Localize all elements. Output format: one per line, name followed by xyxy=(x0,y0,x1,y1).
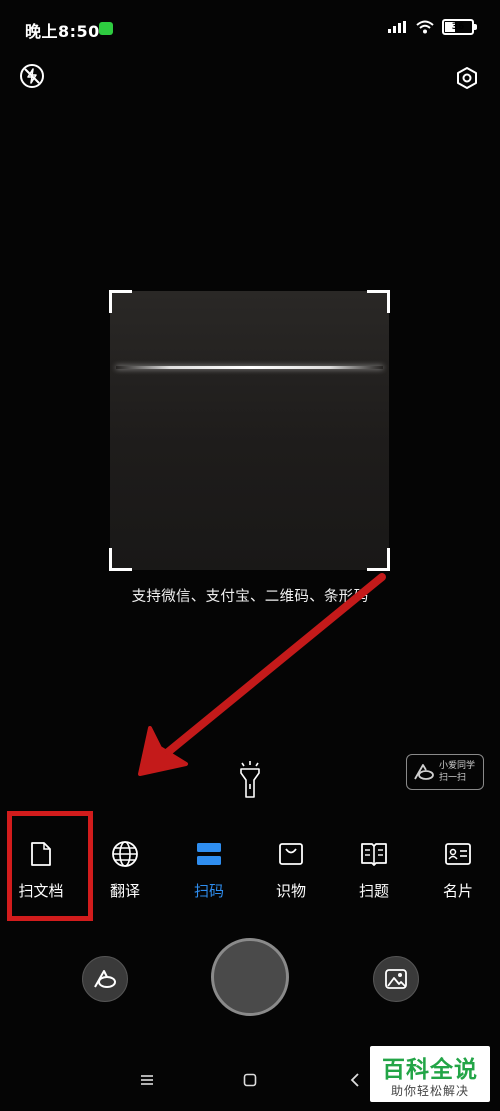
signal-icon xyxy=(388,21,406,33)
tab-identify-object[interactable]: 识物 xyxy=(256,838,326,902)
viewfinder-corner-top-right xyxy=(367,290,390,313)
support-hint-text: 支持微信、支付宝、二维码、条形码 xyxy=(131,589,369,605)
gallery-button[interactable] xyxy=(373,956,419,1002)
flash-off-button[interactable] xyxy=(18,62,46,90)
shopping-bag-icon xyxy=(275,838,307,870)
nav-menu-button[interactable] xyxy=(135,1070,159,1090)
xiaoai-assistant-button[interactable]: 小爱同学 扫一扫 xyxy=(406,754,484,790)
battery-icon: 36 xyxy=(442,19,477,35)
settings-button[interactable] xyxy=(453,64,481,92)
viewfinder-corner-top-left xyxy=(109,290,132,313)
tab-label: 识物 xyxy=(275,882,306,900)
status-time: 晚上8:50 xyxy=(25,22,100,41)
tab-label: 扫题 xyxy=(358,882,389,900)
tab-label: 名片 xyxy=(442,882,473,900)
back-chevron-icon xyxy=(350,1073,359,1087)
globe-icon xyxy=(109,838,141,870)
xiaoai-logo-icon xyxy=(94,970,116,988)
flashlight-button[interactable] xyxy=(236,760,264,800)
xiaoai-scan-button[interactable] xyxy=(82,956,128,1002)
viewfinder-corner-bottom-left xyxy=(109,548,132,571)
wifi-icon xyxy=(416,20,434,34)
battery-level: 36 xyxy=(451,22,465,32)
tab-label: 翻译 xyxy=(109,882,140,900)
settings-hexagon-icon xyxy=(457,67,477,89)
scan-line xyxy=(116,366,383,369)
business-card-icon xyxy=(442,838,474,870)
nav-home-button[interactable] xyxy=(238,1070,262,1090)
menu-icon xyxy=(141,1075,153,1085)
status-indicators: 36 xyxy=(388,19,477,35)
wechat-notification-icon xyxy=(99,22,113,35)
assistant-name: 小爱同学 xyxy=(439,761,476,771)
tab-scan-question[interactable]: 扫题 xyxy=(339,838,409,902)
watermark-logo: 百科全说 助你轻松解决 xyxy=(370,1046,490,1102)
gallery-image-icon xyxy=(385,969,407,989)
shutter-button[interactable] xyxy=(211,938,289,1016)
tab-scan-code[interactable]: 扫码 xyxy=(174,838,244,902)
flashlight-icon xyxy=(240,761,260,798)
open-book-icon xyxy=(358,838,390,870)
watermark-title: 百科全说 xyxy=(382,1057,478,1083)
assistant-action: 扫一扫 xyxy=(439,773,467,783)
flash-off-icon xyxy=(20,64,44,88)
tab-label: 扫码 xyxy=(193,882,224,900)
tab-business-card[interactable]: 名片 xyxy=(423,838,493,902)
scan-code-icon xyxy=(193,838,225,870)
nav-back-button[interactable] xyxy=(343,1070,367,1090)
home-square-icon xyxy=(243,1073,257,1087)
scan-viewfinder xyxy=(109,290,390,571)
viewfinder-corner-bottom-right xyxy=(367,548,390,571)
watermark-subtitle: 助你轻松解决 xyxy=(390,1084,469,1098)
tab-translate[interactable]: 翻译 xyxy=(90,838,160,902)
annotation-highlight-box xyxy=(7,811,93,921)
xiaoai-logo-icon xyxy=(414,764,434,780)
